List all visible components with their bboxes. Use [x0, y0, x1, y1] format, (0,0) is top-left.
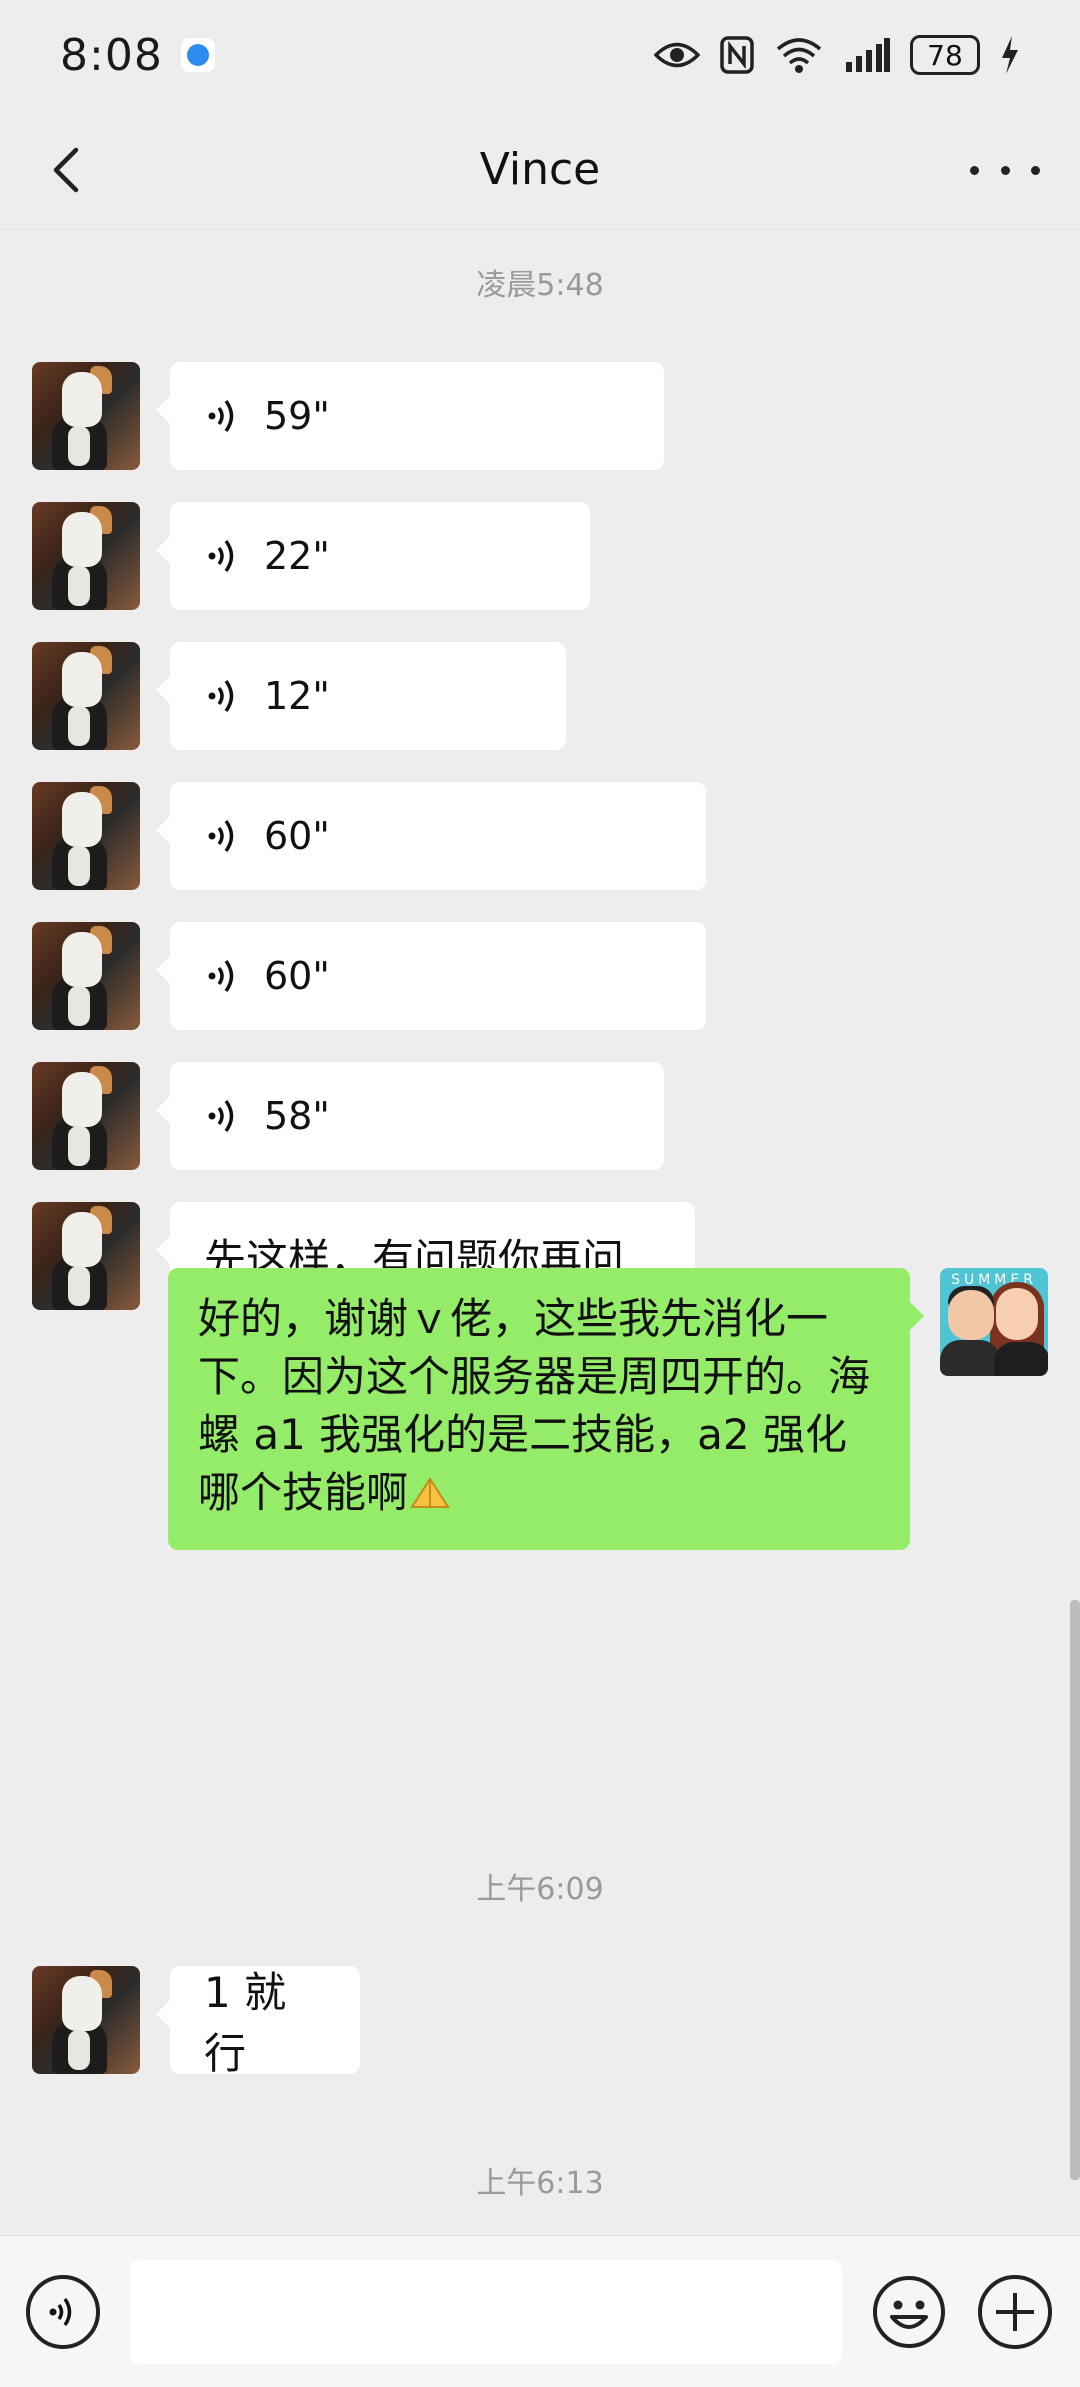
voice-message[interactable]: 22": [156, 502, 590, 610]
message-row: 60": [0, 782, 1080, 890]
contact-avatar[interactable]: [32, 782, 140, 890]
eye-icon: [654, 42, 700, 68]
message-row: 1 就行: [0, 1966, 1080, 2078]
voice-message[interactable]: 59": [156, 362, 664, 470]
voice-toggle-icon: [49, 2298, 72, 2326]
voice-duration: 12": [264, 674, 330, 718]
voice-message[interactable]: 58": [156, 1062, 664, 1170]
voice-wave-icon: [208, 679, 234, 713]
contact-avatar[interactable]: [32, 362, 140, 470]
status-time: 8:08: [60, 29, 163, 81]
message-input[interactable]: [130, 2260, 842, 2364]
charging-icon: [1002, 36, 1018, 74]
outgoing-text-message[interactable]: 好的，谢谢ｖ佬，这些我先消化一下。因为这个服务器是周四开的。海螺 a1 我强化的…: [168, 1268, 924, 1550]
voice-message[interactable]: 60": [156, 922, 706, 1030]
chat-header: Vince: [0, 110, 1080, 230]
voice-wave-icon: [208, 819, 234, 853]
chat-area[interactable]: 凌晨5:48 59" 22" 12" 60" 60" 58" 先这样，有问题你再…: [0, 230, 1080, 2230]
more-dots-icon: [970, 165, 979, 175]
app-notification-icon: [180, 38, 215, 72]
message-text: 1 就行: [204, 1968, 287, 2078]
emoji-icon: [873, 2276, 945, 2348]
signal-icon: [846, 38, 890, 72]
battery-icon: 78: [910, 35, 980, 75]
message-row: 22": [0, 502, 1080, 610]
voice-duration: 60": [264, 814, 330, 858]
status-icons: 78: [654, 35, 1020, 75]
scrollbar[interactable]: [1070, 1600, 1080, 2180]
contact-avatar[interactable]: [32, 1966, 140, 2074]
timestamp: 上午6:13: [476, 2166, 604, 2201]
text-message[interactable]: 1 就行: [156, 1966, 360, 2078]
wifi-icon: [776, 38, 822, 73]
battery-level: 78: [927, 38, 963, 72]
self-avatar[interactable]: SUMMER: [940, 1268, 1048, 1376]
plus-button[interactable]: [978, 2275, 1052, 2349]
status-bar: 8:08 78: [0, 0, 1080, 110]
voice-toggle-button[interactable]: [26, 2275, 100, 2349]
timestamp: 凌晨5:48: [476, 268, 604, 303]
chat-title: Vince: [479, 144, 601, 195]
message-row: 59": [0, 362, 1080, 470]
message-row: 12": [0, 642, 1080, 750]
more-button[interactable]: [970, 140, 1040, 200]
contact-avatar[interactable]: [32, 642, 140, 750]
voice-wave-icon: [208, 539, 234, 573]
message-row: 60": [0, 922, 1080, 1030]
contact-avatar[interactable]: [32, 1202, 140, 1310]
voice-wave-icon: [208, 959, 234, 993]
chevron-left-icon: [53, 147, 79, 193]
timestamp: 上午6:09: [476, 1872, 604, 1907]
contact-avatar[interactable]: [32, 502, 140, 610]
voice-wave-icon: [208, 1099, 234, 1133]
voice-duration: 60": [264, 954, 330, 998]
contact-avatar[interactable]: [32, 922, 140, 1030]
voice-duration: 22": [264, 534, 330, 578]
voice-message[interactable]: 12": [156, 642, 566, 750]
message-row: 58": [0, 1062, 1080, 1170]
message-text: 好的，谢谢ｖ佬，这些我先消化一下。因为这个服务器是周四开的。海螺 a1 我强化的…: [198, 1294, 871, 1517]
voice-message[interactable]: 60": [156, 782, 706, 890]
voice-duration: 58": [264, 1094, 330, 1138]
emoji-button[interactable]: [872, 2275, 946, 2349]
nfc-icon: [720, 36, 754, 74]
voice-duration: 59": [264, 394, 330, 438]
praying-hands-emoji-icon: [410, 1477, 450, 1508]
contact-avatar[interactable]: [32, 1062, 140, 1170]
voice-wave-icon: [208, 399, 234, 433]
back-button[interactable]: [40, 140, 100, 200]
input-bar: [0, 2235, 1080, 2387]
